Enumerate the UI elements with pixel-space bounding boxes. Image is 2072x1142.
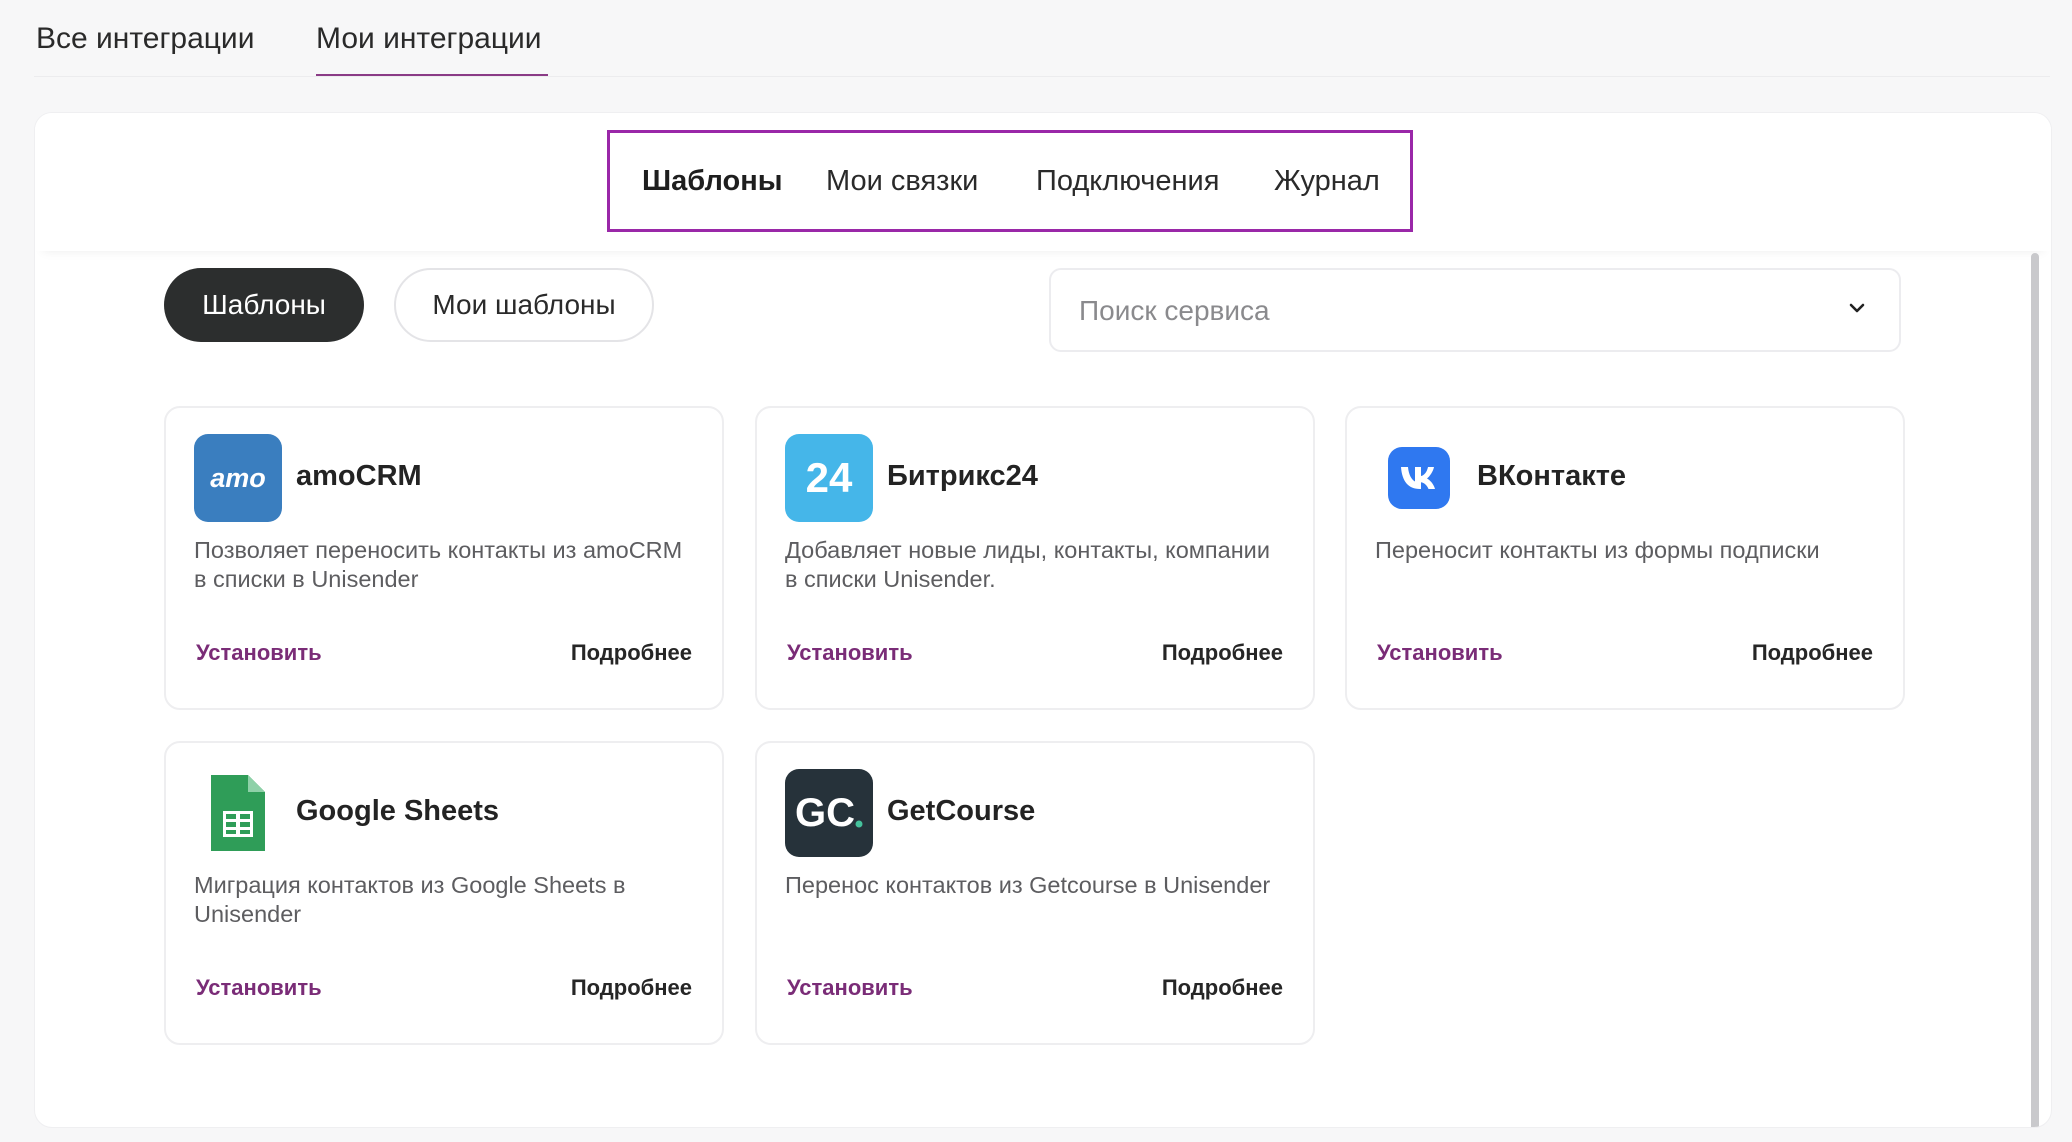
card-description: Позволяет переносить контакты из amoCRM …: [194, 537, 683, 592]
more-link[interactable]: Подробнее: [1752, 640, 1873, 666]
card-title: amoCRM: [296, 460, 422, 492]
integrations-panel: Шаблоны Мои связки Подключения Журнал Ша…: [34, 112, 2052, 1128]
more-link[interactable]: Подробнее: [1162, 640, 1283, 666]
install-button[interactable]: Установить: [787, 640, 913, 666]
tab-all-integrations[interactable]: Все интеграции: [36, 22, 254, 56]
card-description: Миграция контактов из Google Sheets в Un…: [194, 872, 626, 927]
getcourse-logo-text: GC: [795, 791, 855, 835]
active-tab-underline: [316, 74, 548, 76]
getcourse-logo-icon: GC: [785, 769, 873, 857]
amocrm-logo-icon: amo: [194, 434, 282, 522]
integration-card-google-sheets: Google Sheets Миграция контактов из Goog…: [164, 741, 724, 1045]
bitrix24-logo-icon: 24: [785, 434, 873, 522]
subtab-templates[interactable]: Шаблоны: [642, 165, 783, 198]
card-title: Google Sheets: [296, 795, 500, 827]
tab-my-integrations[interactable]: Мои интеграции: [316, 22, 542, 56]
subtab-connections[interactable]: Подключения: [1036, 165, 1219, 198]
more-link[interactable]: Подробнее: [571, 975, 692, 1001]
install-button[interactable]: Установить: [196, 975, 322, 1001]
install-button[interactable]: Установить: [787, 975, 913, 1001]
subtab-journal[interactable]: Журнал: [1274, 165, 1380, 198]
integration-card-amocrm: amo amoCRM Позволяет переносить контакты…: [164, 406, 724, 710]
bitrix24-logo-text: 24: [806, 454, 853, 501]
top-tabs: Все интеграции Мои интеграции: [34, 0, 2050, 77]
sub-tabs-highlight: Шаблоны Мои связки Подключения Журнал: [607, 130, 1413, 232]
card-title: ВКонтакте: [1477, 460, 1627, 492]
subtab-my-links[interactable]: Мои связки: [826, 165, 978, 198]
card-description: Добавляет новые лиды, контакты, компании…: [785, 537, 1270, 592]
vk-logo-icon: [1375, 434, 1463, 522]
integration-card-getcourse: GC GetCourse Перенос контактов из Getcou…: [755, 741, 1315, 1045]
card-description: Перенос контактов из Getcourse в Unisend…: [785, 872, 1271, 898]
integration-card-bitrix24: 24 Битрикс24 Добавляет новые лиды, конта…: [755, 406, 1315, 710]
search-input[interactable]: [1077, 270, 1781, 352]
integration-card-vkontakte: ВКонтакте Переносит контакты из формы по…: [1345, 406, 1905, 710]
install-button[interactable]: Установить: [1377, 640, 1503, 666]
templates-filter-button[interactable]: Шаблоны: [164, 268, 364, 342]
scrollbar[interactable]: [2031, 253, 2039, 1127]
more-link[interactable]: Подробнее: [1162, 975, 1283, 1001]
card-title: Битрикс24: [887, 460, 1038, 492]
google-sheets-logo-icon: [194, 769, 282, 857]
install-button[interactable]: Установить: [196, 640, 322, 666]
my-templates-filter-button[interactable]: Мои шаблоны: [394, 268, 654, 342]
service-search[interactable]: [1049, 268, 1901, 352]
panel-header: Шаблоны Мои связки Подключения Журнал: [35, 113, 2051, 251]
more-link[interactable]: Подробнее: [571, 640, 692, 666]
card-title: GetCourse: [887, 795, 1036, 827]
chevron-down-icon[interactable]: [1847, 298, 1867, 318]
amocrm-logo-text: amo: [210, 463, 266, 493]
card-description: Переносит контакты из формы подписки: [1375, 537, 1820, 563]
